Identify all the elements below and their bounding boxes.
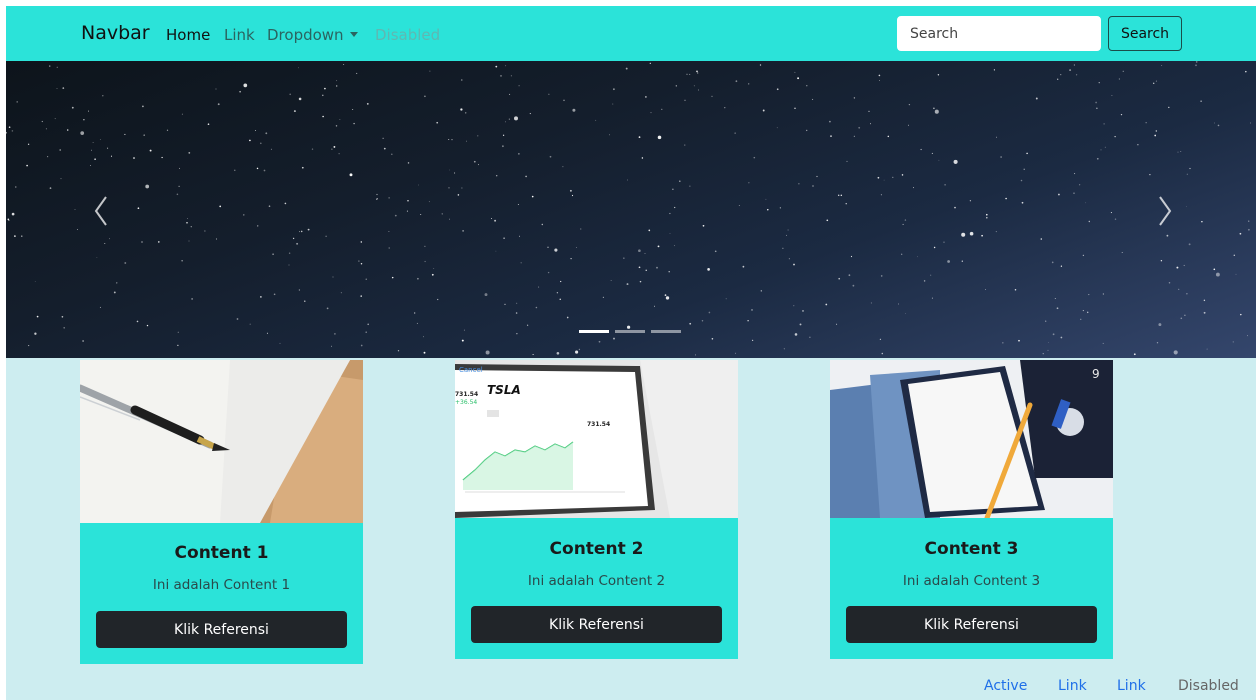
card-text: Ini adalah Content 2: [527, 573, 666, 589]
carousel-indicator-2[interactable]: [615, 330, 645, 333]
bottom-nav-disabled: Disabled: [1178, 678, 1239, 694]
page-frame: Navbar Home Link Dropdown Disabled Searc…: [6, 6, 1256, 700]
card-image-tablet: Cancel TSLA 731.54 +36.54 731.54: [455, 360, 738, 518]
card-text: Ini adalah Content 3: [902, 573, 1041, 589]
ticker-label: TSLA: [487, 383, 521, 397]
chevron-left-icon: [94, 196, 107, 226]
bottom-nav-active[interactable]: Active: [984, 678, 1027, 694]
price-label: 731.54: [455, 391, 478, 398]
content-card-3: 9 Content 3 Ini adalah Content 3 Klik Re…: [830, 360, 1113, 659]
nav-dropdown-label: Dropdown: [267, 26, 344, 44]
chevron-right-icon: [1159, 196, 1172, 226]
content-card-2: Cancel TSLA 731.54 +36.54 731.54 Content…: [455, 360, 738, 659]
card-title: Content 1: [174, 543, 269, 563]
hero-carousel: [6, 61, 1256, 358]
klik-referensi-button[interactable]: Klik Referensi: [846, 606, 1097, 643]
content-card-1: Content 1 Ini adalah Content 1 Klik Refe…: [80, 360, 363, 664]
change-label: +36.54: [455, 399, 477, 406]
price-small-label: 731.54: [587, 421, 610, 428]
card-number-label: 9: [1092, 367, 1100, 381]
nav-dropdown[interactable]: Dropdown: [267, 26, 358, 44]
navbar-brand[interactable]: Navbar: [81, 22, 150, 44]
starfield-image: [6, 61, 1251, 356]
carousel-indicator-3[interactable]: [651, 330, 681, 333]
search-button[interactable]: Search: [1108, 16, 1182, 51]
cancel-label: Cancel: [459, 366, 483, 374]
nav-link-disabled: Disabled: [375, 26, 441, 44]
nav-link-home[interactable]: Home: [166, 26, 210, 44]
klik-referensi-button[interactable]: Klik Referensi: [96, 611, 347, 648]
caret-down-icon: [349, 32, 358, 37]
bottom-nav-link-2[interactable]: Link: [1117, 678, 1146, 694]
search-input[interactable]: [897, 16, 1101, 51]
card-image-pen: [80, 360, 363, 523]
card-image-notebook: 9: [830, 360, 1113, 518]
card-title: Content 2: [549, 539, 644, 559]
carousel-prev-button[interactable]: [88, 191, 118, 231]
bottom-nav-link-1[interactable]: Link: [1058, 678, 1087, 694]
top-navbar: Navbar Home Link Dropdown Disabled Searc…: [6, 6, 1256, 61]
nav-link-link[interactable]: Link: [224, 26, 255, 44]
card-text: Ini adalah Content 1: [152, 577, 291, 593]
card-title: Content 3: [924, 539, 1019, 559]
carousel-indicator-1[interactable]: [579, 330, 609, 333]
klik-referensi-button[interactable]: Klik Referensi: [471, 606, 722, 643]
carousel-next-button[interactable]: [1148, 191, 1178, 231]
